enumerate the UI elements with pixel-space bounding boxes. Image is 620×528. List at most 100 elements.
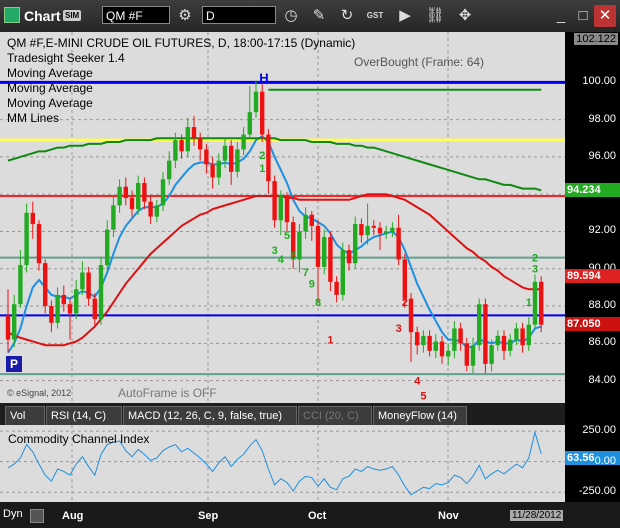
chart-header-line3: Moving Average <box>7 66 93 80</box>
candle-74 <box>464 343 469 366</box>
price-tick-label-9: 102.122 <box>574 33 618 45</box>
candle-13 <box>86 272 91 299</box>
close-button[interactable]: ✕ <box>594 5 616 27</box>
date-badge: 11/28/2012 <box>510 510 564 521</box>
app-title: Chart <box>4 7 61 24</box>
gear-icon[interactable]: ⚙ <box>174 5 196 27</box>
candle-76 <box>477 304 482 346</box>
price-tick-label-1: 86.00 <box>588 336 616 349</box>
count-label-9: 9 <box>309 278 315 290</box>
cci-tick-label-1: 0.00 <box>594 454 616 467</box>
gst-button[interactable]: GST <box>364 5 386 27</box>
candle-22 <box>142 183 147 202</box>
pin-icon[interactable]: ✥ <box>454 5 476 27</box>
candle-77 <box>483 304 488 364</box>
candle-80 <box>501 335 507 351</box>
price-value-badge-0: 94.234 <box>565 182 620 197</box>
candle-48 <box>303 214 308 232</box>
price-tick-label-4: 92.00 <box>588 224 616 237</box>
candle-25 <box>160 179 166 206</box>
candle-85 <box>532 281 538 325</box>
candle-0 <box>5 315 11 340</box>
candle-18 <box>117 186 122 206</box>
candle-8 <box>55 294 60 323</box>
candle-71 <box>446 350 451 357</box>
candle-30 <box>191 127 197 139</box>
pencil-icon[interactable]: ✎ <box>308 5 330 27</box>
candle-55 <box>346 250 352 264</box>
tab-vol[interactable]: Vol <box>5 406 45 425</box>
candle-63 <box>396 227 401 260</box>
candle-61 <box>384 231 389 234</box>
candle-3 <box>24 212 29 266</box>
tab-rsi[interactable]: RSI (14, C) <box>46 406 122 425</box>
price-tick-label-8: 100.00 <box>582 75 616 88</box>
candle-40 <box>253 91 259 113</box>
candle-50 <box>315 225 321 267</box>
candle-17 <box>111 205 116 230</box>
price-value-badge-1: 89.594 <box>565 269 620 284</box>
candle-10 <box>67 304 73 314</box>
p-button[interactable]: P <box>6 356 22 372</box>
chart-header-line4: Moving Average <box>7 81 93 95</box>
candle-7 <box>49 306 54 323</box>
candle-16 <box>105 229 110 266</box>
count-label-5: 5 <box>284 230 290 242</box>
candle-65 <box>408 298 414 333</box>
play-icon[interactable]: ▶ <box>394 5 416 27</box>
candle-14 <box>92 298 97 320</box>
refresh-icon[interactable]: ↻ <box>336 5 358 27</box>
candle-75 <box>470 345 476 366</box>
candle-53 <box>334 281 339 295</box>
candle-70 <box>439 341 445 357</box>
time-axis[interactable]: Dyn Aug Sep Oct Nov 11/28/2012 <box>0 502 620 528</box>
tab-macd[interactable]: MACD (12, 26, C, 9, false, true) <box>123 406 297 425</box>
interval-input[interactable]: D <box>202 6 276 24</box>
count-label-2: H <box>259 70 268 85</box>
candle-39 <box>247 112 252 135</box>
count-label-3: 3 <box>272 245 278 257</box>
candle-9 <box>61 294 66 305</box>
maximize-button[interactable]: □ <box>572 5 594 27</box>
count-label-12: 3 <box>396 323 402 335</box>
candle-2 <box>18 265 23 305</box>
tab-cci[interactable]: CCI (20, C) <box>298 406 372 425</box>
count-label-11: 2 <box>402 297 408 309</box>
price-tick-label-6: 96.00 <box>588 149 616 162</box>
count-label-6: 6 <box>290 250 296 262</box>
scroll-left-icon[interactable] <box>30 509 44 523</box>
chart-header-line6: MM Lines <box>7 111 60 125</box>
candle-1 <box>12 304 17 340</box>
candle-59 <box>371 225 376 228</box>
tab-moneyflow[interactable]: MoneyFlow (14) <box>373 406 467 425</box>
minimize-button[interactable]: _ <box>550 5 572 27</box>
count-label-15: 1 <box>526 297 532 309</box>
candle-86 <box>539 281 544 325</box>
symbol-input[interactable]: QM #F <box>102 6 170 24</box>
candle-15 <box>98 265 104 320</box>
candle-26 <box>167 160 172 180</box>
candle-33 <box>210 164 215 178</box>
count-label-1: 2 <box>259 150 265 162</box>
clock-icon[interactable]: ◷ <box>280 5 302 27</box>
candle-69 <box>433 341 438 351</box>
chart-app-icon <box>4 7 20 23</box>
dyn-label[interactable]: Dyn <box>3 508 23 520</box>
sim-badge[interactable]: SIM <box>63 10 82 21</box>
candle-35 <box>222 145 228 161</box>
price-tick-label-7: 98.00 <box>588 112 616 125</box>
cci-tick-label-2: -250.00 <box>578 485 616 498</box>
candle-45 <box>284 196 290 223</box>
count-label-13: 4 <box>414 375 421 387</box>
count-label-8: 8 <box>315 297 321 309</box>
link-icon[interactable]: ⛓ <box>424 5 446 27</box>
autoframe-label: AutoFrame is OFF <box>118 386 217 400</box>
candle-54 <box>340 250 345 295</box>
candle-4 <box>30 212 35 225</box>
candle-28 <box>179 140 184 152</box>
count-label-17: 3 <box>532 263 538 275</box>
cci-title: Commodity Channel Index <box>8 432 150 446</box>
candle-31 <box>198 138 203 150</box>
count-label-7: 7 <box>303 267 309 279</box>
toolbar: Chart SIM QM #F ⚙ D ◷ ✎ ↻ GST ▶ ⛓ ✥ _ □ … <box>0 0 620 32</box>
